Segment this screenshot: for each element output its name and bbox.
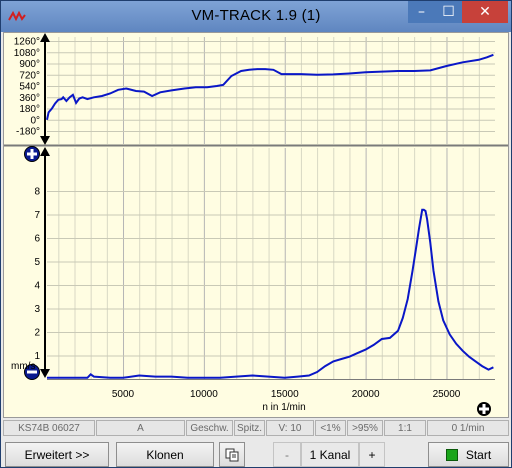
amplitude-trace (47, 208, 494, 379)
maximize-button[interactable]: ☐ (435, 1, 462, 23)
decrease-channel-button[interactable]: - (273, 442, 301, 467)
increase-channel-button[interactable]: + (359, 442, 385, 467)
rpm-tick-label: 5000 (112, 389, 135, 400)
phase-trace (46, 53, 494, 121)
zoom-x-in-icon[interactable] (477, 402, 491, 416)
amplitude-tick-label: 5 (34, 257, 40, 268)
phase-tick-label: -180° (16, 127, 40, 138)
lower-percent-cell: <1% (315, 420, 346, 436)
phase-axis: 1260°1080°900°720°540°360°180°0°-180° (14, 37, 40, 138)
rpm-tick-label: 25000 (433, 389, 461, 400)
channel-count-display: 1 Kanal (301, 442, 359, 467)
phase-tick-label: 900° (19, 59, 40, 70)
copy-button[interactable] (219, 442, 245, 467)
amplitude-tick-label: 8 (34, 187, 40, 198)
phase-tick-label: 1080° (14, 48, 40, 59)
amplitude-tick-label: 3 (34, 304, 40, 315)
phase-tick-label: 540° (19, 82, 40, 93)
copy-icon (225, 448, 239, 461)
amplitude-tick-label: 6 (34, 234, 40, 245)
rpm-tick-label: 20000 (352, 389, 380, 400)
speed-mode-cell[interactable]: Geschw. (186, 420, 233, 436)
title-bar[interactable]: VM-TRACK 1.9 (1) – ☐ ✕ (1, 1, 511, 32)
phase-tick-label: 0° (30, 115, 40, 126)
phase-axis-arrow-icon (40, 33, 50, 145)
amplitude-unit-label: mm/s (11, 361, 35, 372)
klonen-button[interactable]: Klonen (116, 442, 214, 467)
maximize-icon: ☐ (442, 4, 455, 20)
phase-tick-label: 360° (19, 93, 40, 104)
minimize-icon: – (418, 4, 425, 20)
phase-tick-label: 180° (19, 104, 40, 115)
start-label: Start (465, 447, 492, 462)
zoom-in-icon[interactable] (24, 146, 40, 162)
amplitude-grid (47, 148, 495, 380)
phase-tick-label: 1260° (14, 37, 40, 48)
close-button[interactable]: ✕ (462, 1, 508, 23)
start-button[interactable]: Start (428, 442, 509, 467)
channel-cell: A (96, 420, 185, 436)
plot-canvas[interactable]: 1260°1080°900°720°540°360°180°0°-180° 8 7… (4, 33, 508, 417)
rpm-cell: 0 1/min (427, 420, 509, 436)
peak-mode-cell[interactable]: Spitz. (234, 420, 265, 436)
phase-grid (47, 37, 495, 144)
upper-percent-cell: >95% (347, 420, 383, 436)
start-led-icon (445, 448, 458, 461)
rpm-tick-label: 15000 (271, 389, 299, 400)
amplitude-axis: 87654321 (34, 187, 40, 363)
amplitude-tick-label: 2 (34, 328, 40, 339)
status-bar: KS74B 06027 A Geschw. Spitz. V: 10 <1% >… (3, 419, 509, 438)
erweitert-button[interactable]: Erweitert >> (5, 442, 109, 467)
rpm-axis-label: n in 1/min (262, 402, 305, 413)
amplitude-tick-label: 7 (34, 210, 40, 221)
amplitude-tick-label: 4 (34, 281, 40, 292)
minimize-button[interactable]: – (408, 1, 435, 23)
ratio-cell: 1:1 (384, 420, 426, 436)
plot-area[interactable]: 1260° 1080° 900° 720° 540° 360° 180° 0° -180° 8 7… (3, 32, 509, 418)
phase-tick-label: 720° (19, 70, 40, 81)
range-cell: V: 10 (266, 420, 314, 436)
app-window: VM-TRACK 1.9 (1) – ☐ ✕ 1260° 1080° 900° 720… (0, 0, 512, 468)
device-cell: KS74B 06027 (3, 420, 95, 436)
rpm-tick-label: 10000 (190, 389, 218, 400)
close-icon: ✕ (479, 4, 491, 20)
rpm-axis: 5000 10000 15000 20000 25000 (112, 389, 461, 400)
button-bar: Erweitert >> Klonen - 1 Kanal + Start (3, 441, 509, 467)
